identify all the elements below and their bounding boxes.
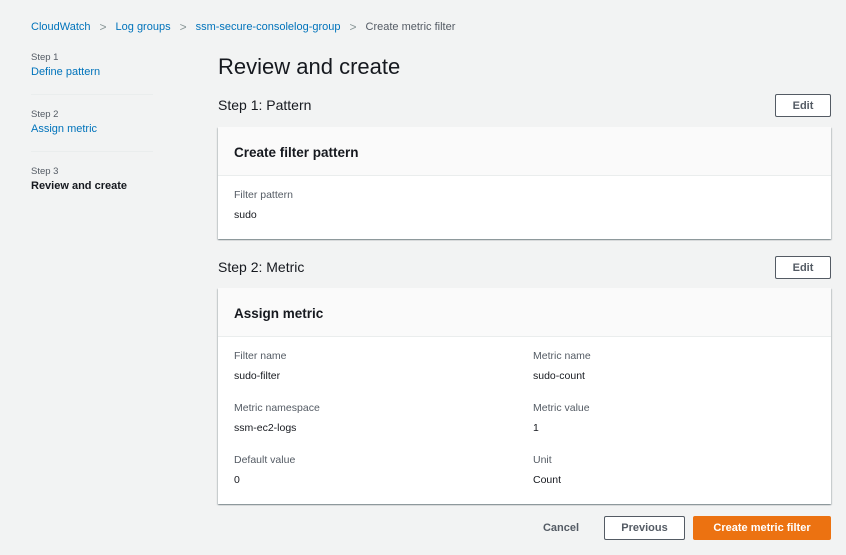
- breadcrumb: CloudWatch > Log groups > ssm-secure-conso…: [31, 20, 455, 34]
- step-current: Review and create: [31, 180, 127, 192]
- step-2: Step 2 Assign metric: [31, 109, 153, 152]
- step-link-assign-metric[interactable]: Assign metric: [31, 123, 153, 135]
- breadcrumb-log-groups[interactable]: Log groups: [116, 21, 171, 33]
- field-value: 1: [533, 422, 539, 434]
- previous-button[interactable]: Previous: [604, 516, 685, 540]
- breadcrumb-current: Create metric filter: [365, 21, 456, 33]
- field: Default value 0: [234, 454, 295, 486]
- step-1: Step 1 Define pattern: [31, 52, 153, 95]
- card-title: Assign metric: [218, 288, 831, 337]
- card-title: Create filter pattern: [218, 127, 831, 176]
- field: Unit Count: [533, 454, 561, 486]
- create-metric-filter-button[interactable]: Create metric filter: [693, 516, 831, 540]
- breadcrumb-log-group[interactable]: ssm-secure-consolelog-group: [196, 21, 341, 33]
- field: Metric name sudo-count: [533, 350, 591, 382]
- field-value: 0: [234, 474, 240, 486]
- field-label: Filter pattern: [234, 189, 293, 201]
- cancel-button[interactable]: Cancel: [530, 516, 592, 540]
- field-value: sudo-filter: [234, 370, 281, 382]
- step-number: Step 2: [31, 109, 59, 120]
- step-3: Step 3 Review and create: [31, 166, 153, 209]
- step-number: Step 3: [31, 166, 59, 177]
- field-label: Metric namespace: [234, 402, 320, 414]
- metric-card: Assign metric Filter name sudo-filter Met…: [218, 288, 831, 504]
- field: Metric namespace ssm-ec2-logs: [234, 402, 320, 434]
- field-label: Default value: [234, 454, 296, 466]
- chevron-right-icon: >: [179, 20, 187, 34]
- section-title: Step 1: Pattern: [218, 97, 312, 113]
- chevron-right-icon: >: [349, 20, 357, 34]
- wizard-steps: Step 1 Define pattern Step 2 Assign metric…: [31, 52, 153, 223]
- field-label: Metric value: [533, 402, 590, 414]
- field-value: ssm-ec2-logs: [234, 422, 297, 434]
- field: Metric value 1: [533, 402, 590, 434]
- field-value: sudo-count: [533, 370, 585, 382]
- chevron-right-icon: >: [99, 20, 107, 34]
- pattern-card: Create filter pattern Filter pattern sudo: [218, 127, 831, 239]
- field-label: Metric name: [533, 350, 591, 362]
- page-title: Review and create: [218, 54, 401, 79]
- section-title: Step 2: Metric: [218, 259, 305, 275]
- edit-metric-button[interactable]: Edit: [775, 256, 831, 279]
- field-label: Filter name: [234, 350, 287, 362]
- step-link-define-pattern[interactable]: Define pattern: [31, 66, 153, 78]
- step-number: Step 1: [31, 52, 59, 63]
- field-value: sudo: [234, 209, 257, 221]
- field-value: Count: [533, 474, 562, 486]
- edit-pattern-button[interactable]: Edit: [775, 94, 831, 117]
- breadcrumb-cloudwatch[interactable]: CloudWatch: [31, 21, 91, 33]
- field-label: Unit: [533, 454, 552, 466]
- field: Filter pattern sudo: [234, 189, 293, 221]
- field: Filter name sudo-filter: [234, 350, 287, 382]
